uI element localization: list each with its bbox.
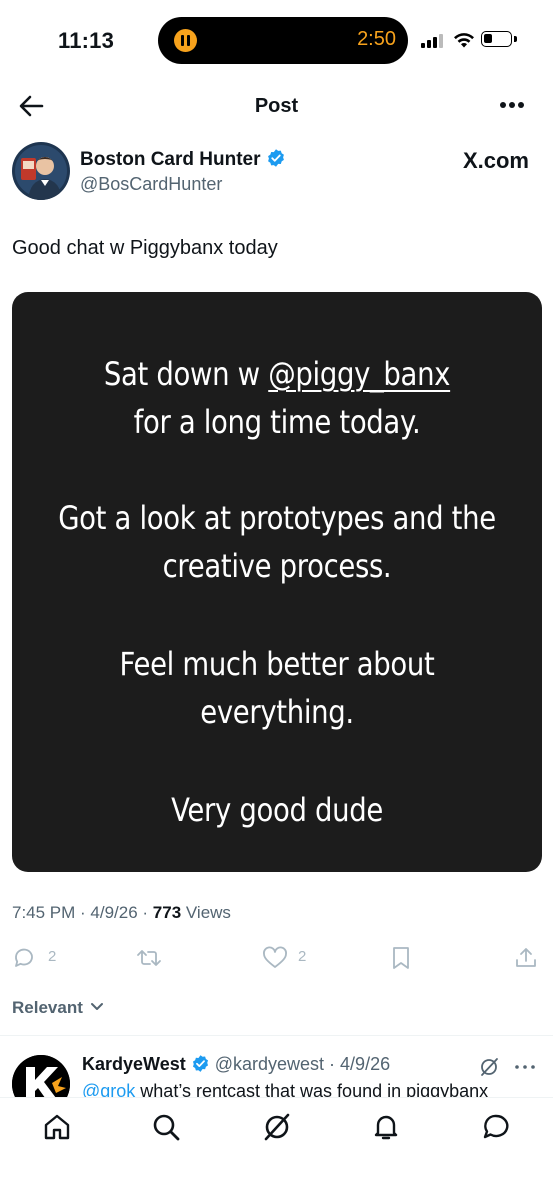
- author-handle[interactable]: @BosCardHunter: [80, 174, 222, 195]
- verified-badge-icon: [192, 1055, 208, 1072]
- battery-cap: [514, 36, 517, 42]
- more-horizontal-icon: [515, 1065, 535, 1069]
- chevron-down-icon: [90, 1003, 103, 1010]
- battery-icon: [481, 31, 512, 47]
- cellular-signal-icon: [421, 34, 445, 48]
- bookmark-button[interactable]: [390, 944, 416, 972]
- reply-icon: [15, 948, 33, 967]
- reply-tools: [481, 1058, 535, 1076]
- share-icon: [516, 948, 536, 967]
- views-label: Views: [181, 903, 231, 922]
- more-horizontal-icon[interactable]: [499, 101, 525, 109]
- like-count: 2: [298, 948, 307, 965]
- grok-icon[interactable]: [262, 1112, 292, 1142]
- status-bar: 11:13 2:50: [0, 0, 553, 80]
- repost-icon: [137, 950, 161, 966]
- replies-sort-label: Relevant: [12, 998, 83, 1017]
- replies-sort-dropdown[interactable]: Relevant: [12, 998, 104, 1018]
- image-text-line: Feel much better about: [119, 645, 435, 683]
- search-icon[interactable]: [151, 1112, 181, 1142]
- timestamp: 7:45 PM · 4/9/26 ·: [12, 903, 153, 922]
- bookmark-icon: [393, 947, 409, 969]
- reply-item[interactable]: KardyeWest @kardyewest · 4/9/26 @grok wh…: [0, 1045, 553, 1097]
- repost-button[interactable]: [136, 944, 196, 972]
- home-icon[interactable]: [42, 1112, 72, 1142]
- source-label: X.com: [462, 148, 529, 173]
- image-text-line: Very good dude: [171, 791, 383, 829]
- bottom-tab-bar: [0, 1097, 553, 1200]
- reply-count: 2: [48, 948, 57, 965]
- tweet-author: Boston Card Hunter @BosCardHunter X.com: [12, 140, 542, 204]
- image-text-line: creative process.: [162, 547, 392, 585]
- image-text-line: Got a look at prototypes and the: [58, 499, 496, 537]
- notifications-icon[interactable]: [371, 1112, 401, 1142]
- divider: [0, 1035, 553, 1036]
- status-time: 11:13: [58, 28, 115, 53]
- share-button[interactable]: [514, 944, 540, 972]
- like-heart-icon: [263, 946, 287, 968]
- tweet-text: Good chat w Piggybanx today: [12, 237, 278, 259]
- tweet-image[interactable]: Sat down w @piggy_banx for a long time t…: [12, 292, 542, 872]
- media-timer: 2:50: [357, 28, 396, 50]
- reply-text: @grok what’s rentcast that was found in …: [82, 1081, 488, 1097]
- like-button[interactable]: 2: [262, 944, 322, 972]
- messages-icon[interactable]: [481, 1112, 511, 1142]
- image-text-line: Sat down w @piggy_banx: [103, 355, 451, 393]
- reply-mention[interactable]: @grok: [82, 1081, 135, 1097]
- avatar[interactable]: [12, 142, 70, 200]
- verified-badge-icon: [267, 149, 284, 167]
- tweet-meta: 7:45 PM · 4/9/26 · 773 Views: [12, 903, 231, 923]
- page-title: Post: [254, 95, 299, 117]
- wifi-icon: [454, 33, 474, 48]
- tweet-actions: 2 2: [0, 940, 553, 976]
- dynamic-island[interactable]: 2:50: [158, 17, 408, 64]
- reply-author[interactable]: KardyeWest @kardyewest · 4/9/26: [82, 1054, 390, 1075]
- pause-icon[interactable]: [174, 29, 197, 52]
- image-text-line: everything.: [200, 693, 354, 731]
- views-count: 773: [152, 903, 182, 922]
- author-display-name[interactable]: Boston Card Hunter: [80, 148, 286, 171]
- image-text-line: for a long time today.: [133, 403, 421, 441]
- grok-icon: [481, 1058, 498, 1076]
- reply-button[interactable]: 2: [12, 944, 72, 972]
- avatar[interactable]: [12, 1055, 70, 1097]
- reply-handle-date: @kardyewest · 4/9/26: [214, 1054, 391, 1074]
- image-mention: @piggy_banx: [268, 355, 451, 393]
- post-header: Post: [0, 85, 553, 127]
